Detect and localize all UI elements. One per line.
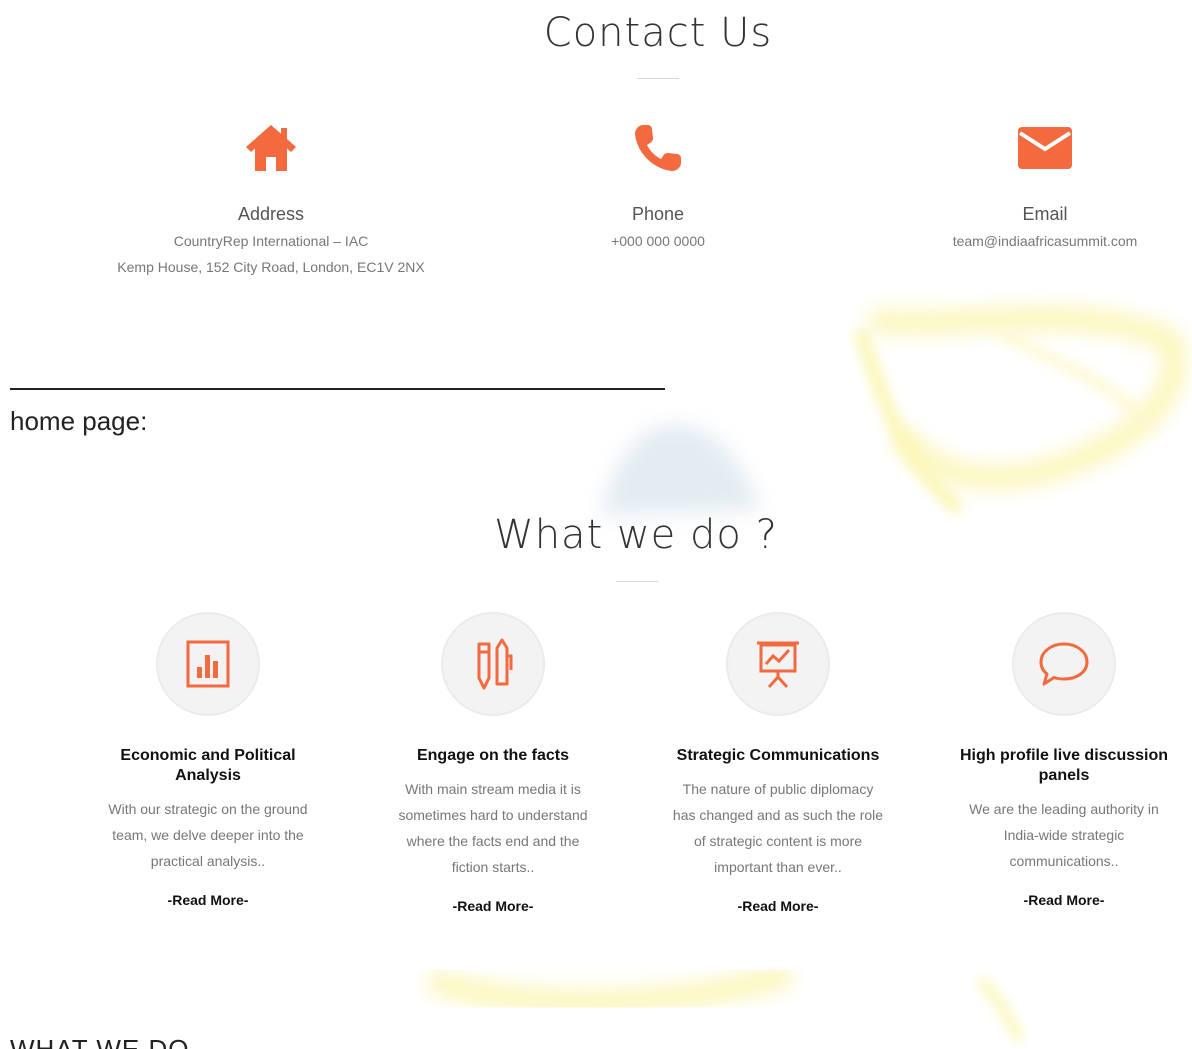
bar-chart-icon: [186, 640, 230, 688]
service-card-communications: Strategic Communications The nature of p…: [658, 612, 898, 914]
title-divider: [637, 78, 679, 79]
title-divider: [616, 581, 658, 582]
card-title: High profile live discussion panels: [959, 747, 1169, 784]
icon-circle: [441, 612, 545, 716]
presentation-board-icon: [757, 641, 799, 689]
contact-title: Contact Us: [543, 10, 773, 56]
separator-line: [10, 388, 665, 390]
service-card-analysis: Economic and Political Analysis With our…: [88, 612, 328, 908]
address-line-1: CountryRep International – IAC: [173, 233, 369, 249]
home-page-label: home page:: [10, 406, 148, 436]
contact-phone: Phone +000 000 0000: [483, 120, 833, 251]
envelope-icon: [870, 120, 1192, 176]
icon-circle: [726, 612, 830, 716]
service-card-panels: High profile live discussion panels We a…: [944, 612, 1184, 908]
home-icon: [96, 120, 446, 176]
card-title: Strategic Communications: [676, 747, 880, 764]
what-we-do-title: What we do ?: [494, 512, 778, 558]
email-label: Email: [1022, 204, 1068, 224]
read-more-link[interactable]: -Read More-: [658, 898, 898, 914]
address-label: Address: [237, 204, 305, 224]
contact-address: Address CountryRep International – IAC K…: [96, 120, 446, 277]
icon-circle: [1012, 612, 1116, 716]
card-title: Engage on the facts: [416, 747, 570, 764]
email-value[interactable]: team@indiaafricasummit.com: [870, 231, 1192, 251]
contact-section: Contact Us Address CountryRep Internatio…: [0, 0, 1192, 300]
icon-circle: [156, 612, 260, 716]
read-more-link[interactable]: -Read More-: [373, 898, 613, 914]
card-title: Economic and Political Analysis: [120, 747, 296, 784]
contact-email: Email team@indiaafricasummit.com: [870, 120, 1192, 251]
service-card-facts: Engage on the facts With main stream med…: [373, 612, 613, 914]
phone-value[interactable]: +000 000 0000: [483, 231, 833, 251]
phone-icon: [483, 120, 833, 176]
speech-bubble-icon: [1039, 642, 1089, 686]
card-description: With main stream media it is sometimes h…: [398, 781, 588, 875]
phone-label: Phone: [631, 204, 685, 224]
card-description: With our strategic on the ground team, w…: [108, 801, 308, 869]
what-we-do-heading-caps: WHAT WE DO: [10, 1034, 190, 1049]
read-more-link[interactable]: -Read More-: [944, 892, 1184, 908]
card-description: The nature of public diplomacy has chang…: [672, 781, 884, 875]
address-line-2: Kemp House, 152 City Road, London, EC1V …: [117, 259, 425, 275]
card-description: We are the leading authority in India-wi…: [969, 801, 1159, 869]
read-more-link[interactable]: -Read More-: [88, 892, 328, 908]
pencil-pen-icon: [477, 638, 513, 690]
page: Contact Us Address CountryRep Internatio…: [0, 0, 1192, 1049]
